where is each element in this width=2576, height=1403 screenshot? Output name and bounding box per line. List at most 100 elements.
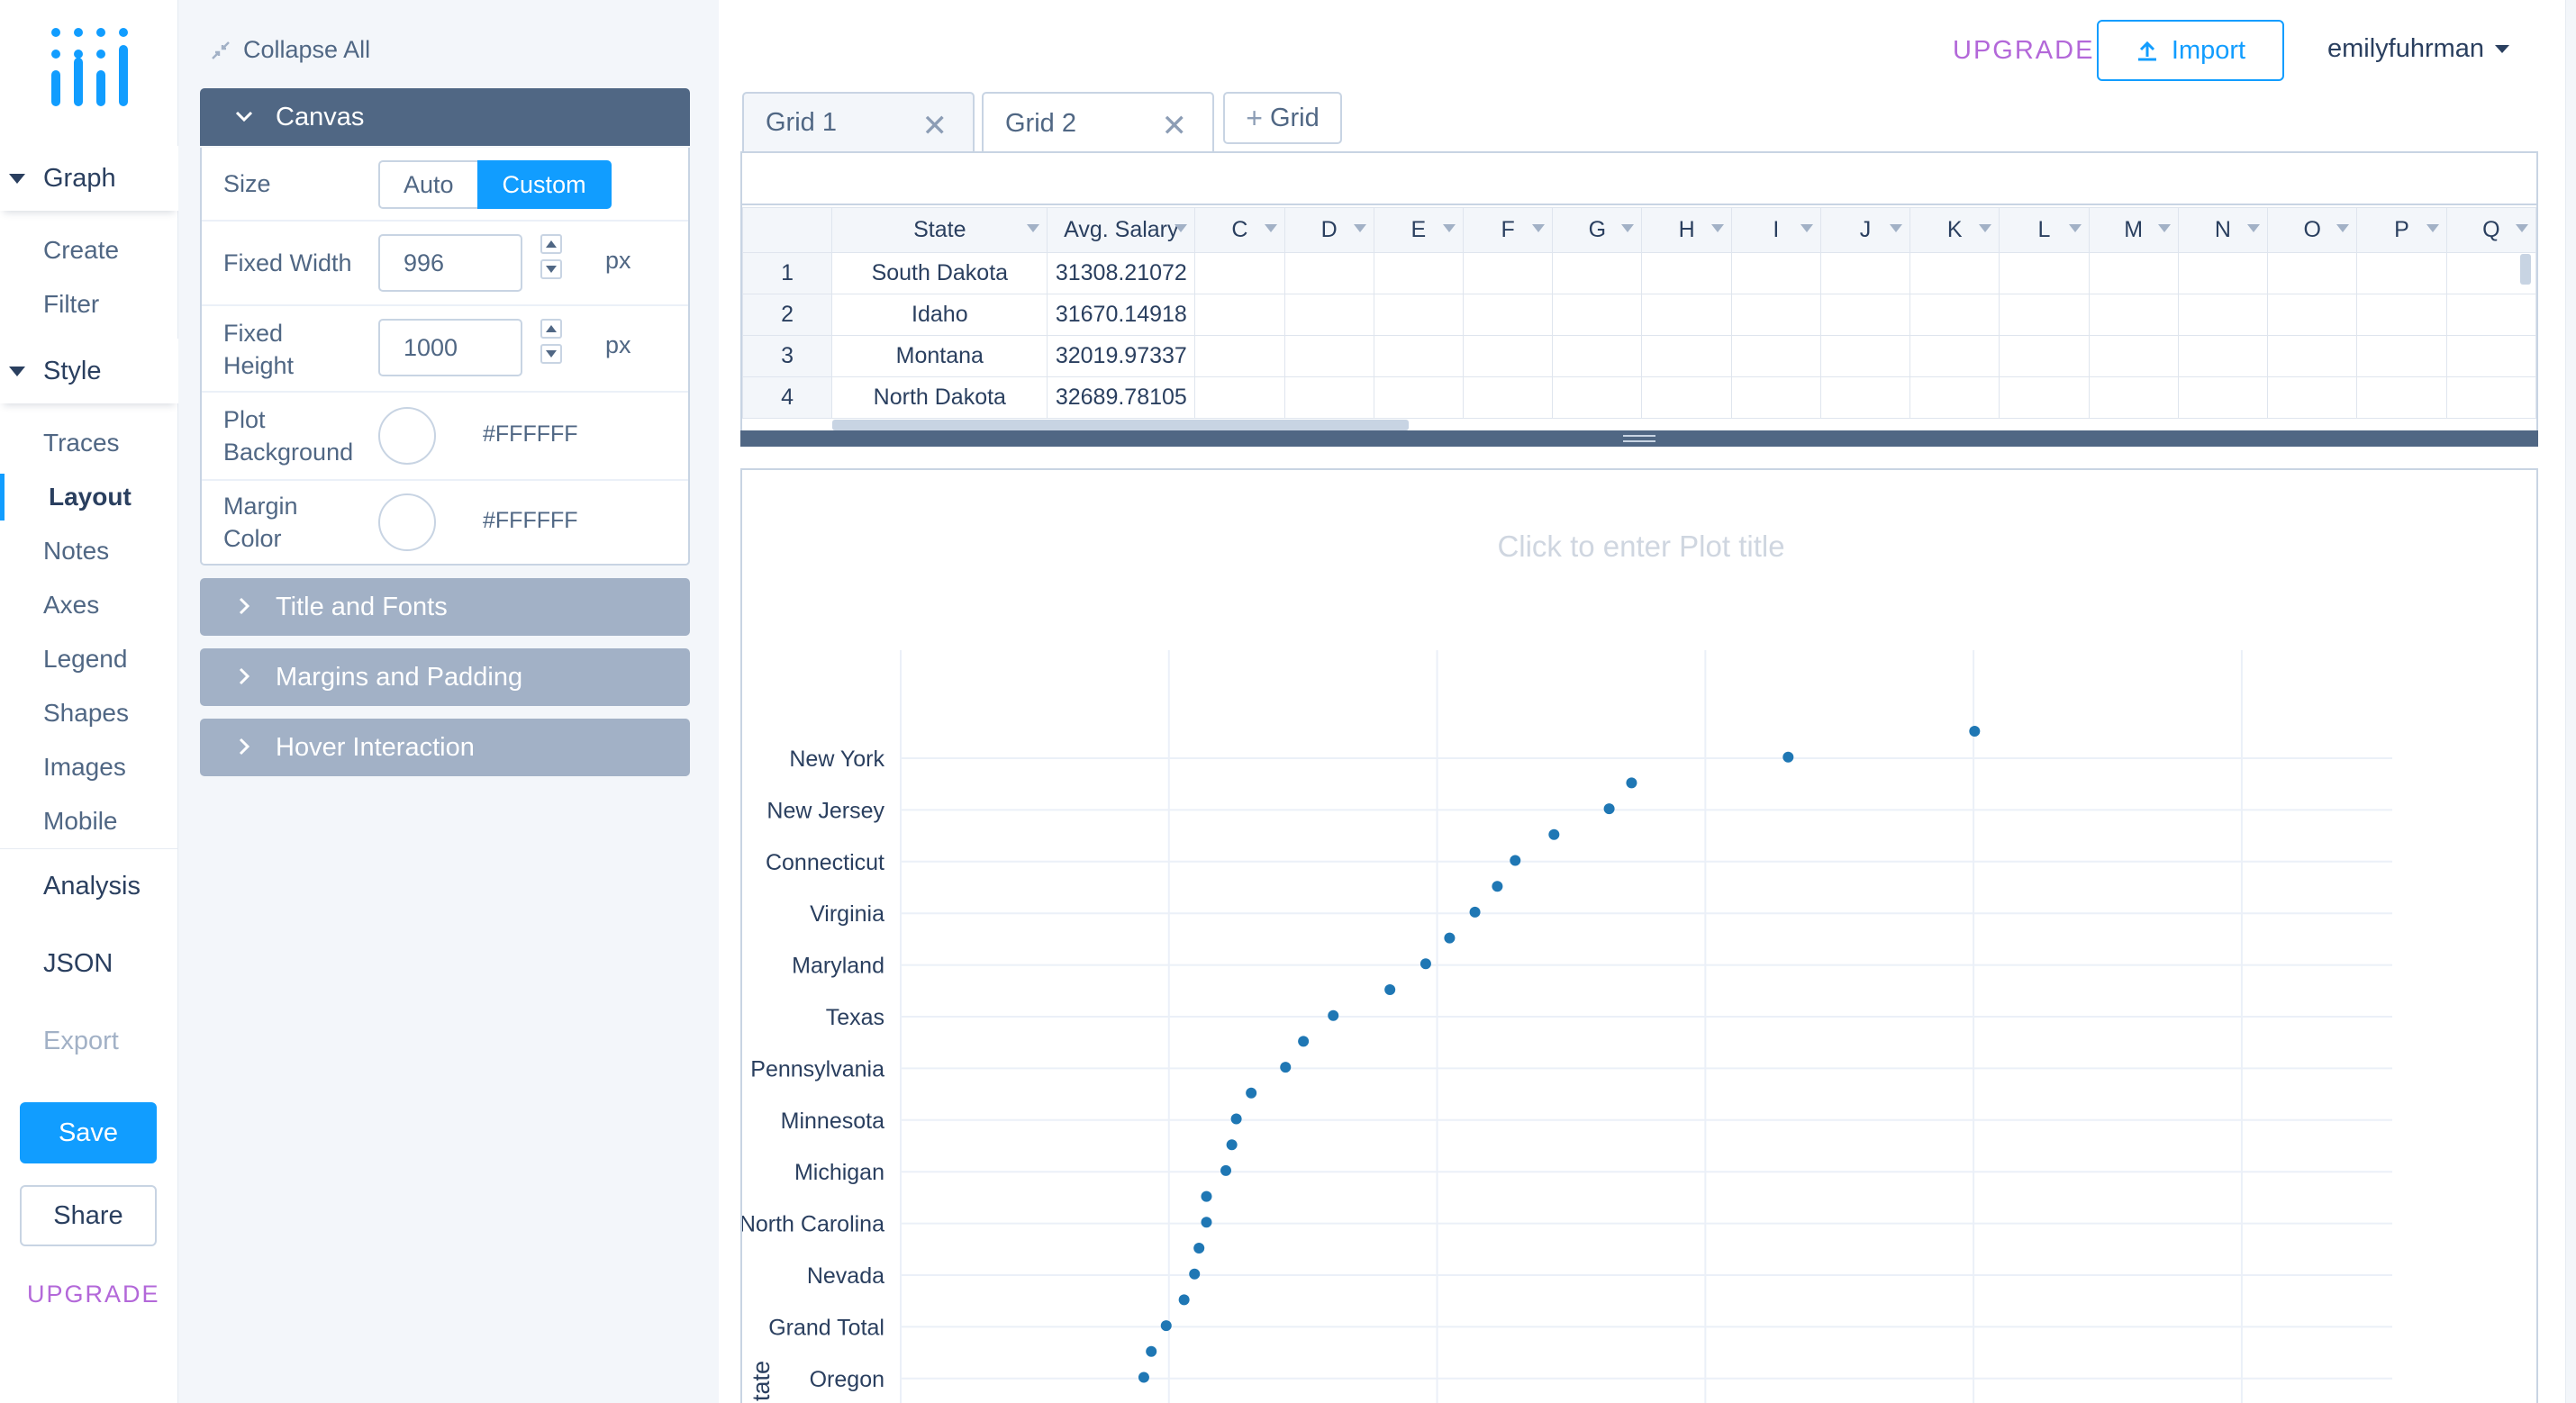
fold-canvas-header[interactable]: Canvas bbox=[200, 88, 690, 146]
nav-export[interactable]: Export bbox=[43, 1027, 119, 1056]
fold-title-and-fonts[interactable]: Title and Fonts bbox=[200, 578, 690, 636]
table-cell[interactable] bbox=[2088, 335, 2179, 377]
table-cell[interactable]: Montana bbox=[831, 335, 1048, 377]
table-cell[interactable] bbox=[1730, 252, 1821, 294]
data-point[interactable] bbox=[1178, 1294, 1190, 1306]
data-point[interactable] bbox=[1298, 1036, 1310, 1047]
grid-resize-handle[interactable] bbox=[740, 430, 2538, 447]
decrement-icon[interactable] bbox=[540, 259, 562, 279]
table-cell[interactable] bbox=[1462, 335, 1554, 377]
column-header[interactable]: K bbox=[1909, 207, 2000, 253]
table-cell[interactable] bbox=[1909, 376, 2000, 419]
table-cell[interactable] bbox=[1194, 335, 1285, 377]
table-cell[interactable] bbox=[1552, 335, 1643, 377]
column-menu-icon[interactable] bbox=[1890, 224, 1903, 232]
table-cell[interactable] bbox=[1819, 376, 1911, 419]
close-icon[interactable]: ✕ bbox=[1162, 108, 1188, 144]
size-auto-option[interactable]: Auto bbox=[378, 160, 477, 209]
column-header[interactable]: J bbox=[1819, 207, 1911, 253]
column-menu-icon[interactable] bbox=[2247, 224, 2261, 232]
table-cell[interactable]: 31308.21072 bbox=[1047, 252, 1196, 294]
plotly-logo-icon[interactable] bbox=[45, 25, 135, 112]
table-cell[interactable] bbox=[2177, 335, 2269, 377]
table-cell[interactable] bbox=[2445, 335, 2536, 377]
data-point[interactable] bbox=[1220, 1164, 1232, 1176]
table-cell[interactable] bbox=[1283, 335, 1374, 377]
table-cell[interactable] bbox=[1194, 252, 1285, 294]
column-menu-icon[interactable] bbox=[1710, 224, 1724, 232]
table-cell[interactable] bbox=[1909, 252, 2000, 294]
column-menu-icon[interactable] bbox=[2336, 224, 2350, 232]
table-cell[interactable] bbox=[1999, 252, 2090, 294]
fixed-height-stepper[interactable] bbox=[540, 319, 562, 369]
nav-analysis[interactable]: Analysis bbox=[43, 872, 141, 901]
table-cell[interactable] bbox=[2177, 376, 2269, 419]
nav-section-style[interactable]: Style bbox=[0, 339, 178, 403]
row-number[interactable]: 1 bbox=[742, 252, 833, 294]
column-header[interactable]: G bbox=[1552, 207, 1643, 253]
column-menu-icon[interactable] bbox=[1027, 224, 1040, 232]
column-header[interactable]: Avg. Salary bbox=[1047, 207, 1196, 253]
row-number[interactable]: 2 bbox=[742, 294, 833, 336]
table-cell[interactable] bbox=[1819, 252, 1911, 294]
nav-item-images[interactable]: Images bbox=[43, 753, 126, 782]
table-cell[interactable]: North Dakota bbox=[831, 376, 1048, 419]
table-cell[interactable] bbox=[1641, 376, 1732, 419]
table-cell[interactable] bbox=[1999, 335, 2090, 377]
column-menu-icon[interactable] bbox=[1979, 224, 1992, 232]
table-cell[interactable] bbox=[1730, 376, 1821, 419]
table-cell[interactable] bbox=[1373, 376, 1464, 419]
column-menu-icon[interactable] bbox=[1264, 224, 1277, 232]
table-cell[interactable] bbox=[1373, 252, 1464, 294]
column-menu-icon[interactable] bbox=[1532, 224, 1546, 232]
table-cell[interactable] bbox=[2088, 252, 2179, 294]
add-grid-button[interactable]: + Grid bbox=[1223, 92, 1342, 144]
table-cell[interactable] bbox=[1641, 252, 1732, 294]
table-cell[interactable] bbox=[2177, 252, 2269, 294]
data-point[interactable] bbox=[1444, 932, 1456, 944]
data-point[interactable] bbox=[1146, 1345, 1157, 1357]
table-cell[interactable] bbox=[1283, 294, 1374, 336]
nav-item-traces[interactable]: Traces bbox=[43, 429, 120, 457]
nav-item-axes[interactable]: Axes bbox=[43, 591, 99, 620]
table-cell[interactable]: 31670.14918 bbox=[1047, 294, 1196, 336]
column-header[interactable]: State bbox=[831, 207, 1048, 253]
column-header[interactable]: M bbox=[2088, 207, 2179, 253]
data-point[interactable] bbox=[1160, 1320, 1172, 1332]
nav-item-create[interactable]: Create bbox=[43, 236, 119, 265]
table-cell[interactable] bbox=[1909, 335, 2000, 377]
table-cell[interactable] bbox=[1730, 294, 1821, 336]
save-button[interactable]: Save bbox=[20, 1102, 157, 1163]
table-cell[interactable] bbox=[1819, 294, 1911, 336]
user-menu[interactable]: emilyfuhrman bbox=[2327, 34, 2510, 64]
data-point[interactable] bbox=[1201, 1217, 1212, 1228]
table-cell[interactable] bbox=[2088, 376, 2179, 419]
data-point[interactable] bbox=[1782, 751, 1794, 763]
column-header[interactable]: O bbox=[2267, 207, 2358, 253]
table-cell[interactable] bbox=[2356, 335, 2447, 377]
data-point[interactable] bbox=[1384, 984, 1396, 995]
plot-background-swatch[interactable] bbox=[378, 407, 436, 465]
fold-margins-and-padding[interactable]: Margins and Padding bbox=[200, 648, 690, 706]
fixed-width-stepper[interactable] bbox=[540, 234, 562, 285]
table-cell[interactable] bbox=[2267, 294, 2358, 336]
data-point[interactable] bbox=[1510, 855, 1521, 866]
table-cell[interactable] bbox=[1194, 376, 1285, 419]
table-cell[interactable] bbox=[2356, 376, 2447, 419]
data-point[interactable] bbox=[1420, 958, 1431, 970]
column-header[interactable]: H bbox=[1641, 207, 1732, 253]
table-cell[interactable]: Idaho bbox=[831, 294, 1048, 336]
table-cell[interactable] bbox=[2177, 294, 2269, 336]
column-header[interactable]: N bbox=[2177, 207, 2269, 253]
table-cell[interactable] bbox=[1283, 376, 1374, 419]
margin-color-swatch[interactable] bbox=[378, 493, 436, 551]
table-cell[interactable]: 32689.78105 bbox=[1047, 376, 1196, 419]
table-cell[interactable] bbox=[2356, 294, 2447, 336]
table-cell[interactable] bbox=[2445, 376, 2536, 419]
nav-item-layout[interactable]: Layout bbox=[49, 483, 132, 511]
table-cell[interactable] bbox=[1373, 335, 1464, 377]
data-point[interactable] bbox=[1201, 1190, 1212, 1202]
table-cell[interactable] bbox=[1909, 294, 2000, 336]
column-menu-icon[interactable] bbox=[2516, 224, 2528, 232]
nav-item-notes[interactable]: Notes bbox=[43, 537, 109, 566]
